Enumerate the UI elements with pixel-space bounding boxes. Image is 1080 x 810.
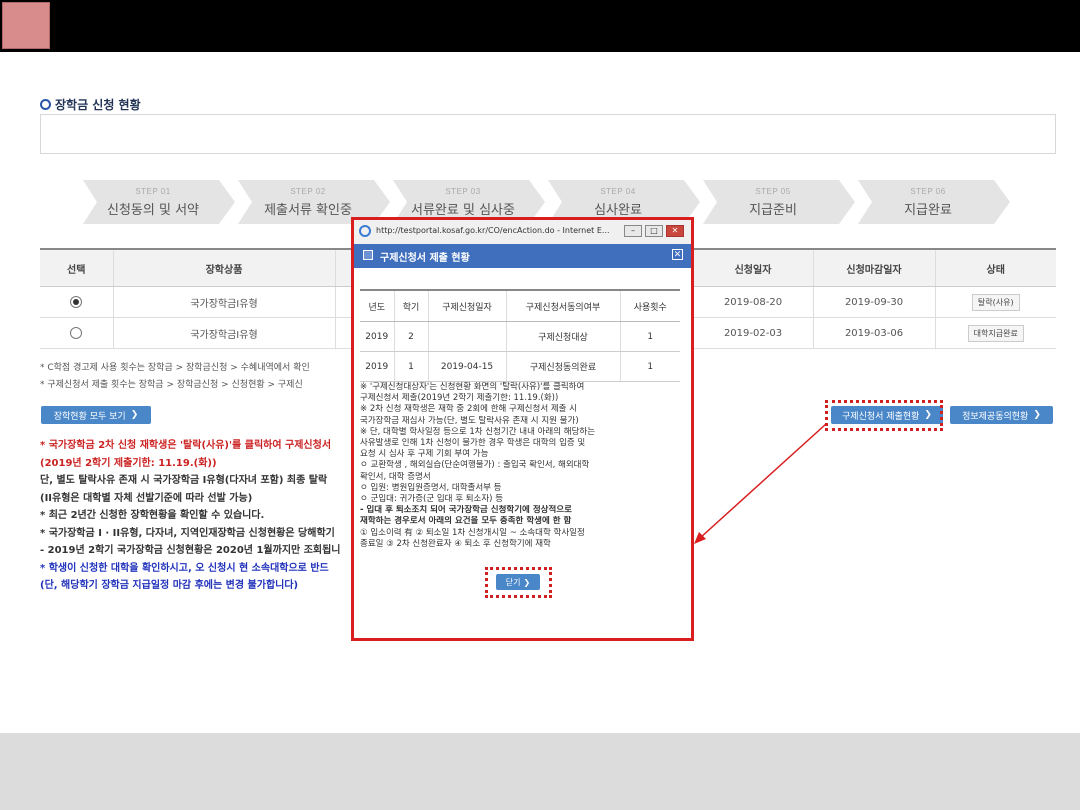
popup-note-line: 종료일 ③ 2차 신청완료자 ④ 퇴소 후 신청학기에 재학 (360, 538, 551, 549)
relief-date-cell (427, 321, 506, 352)
consent-cell: 구제신청대상 (505, 321, 620, 352)
year-cell: 2019 (360, 321, 394, 352)
col-header-use-count: 사용횟수 (619, 289, 680, 322)
table-row: 2019 1 2019-04-15 구제신청동의완료 1 (360, 351, 680, 382)
popup-note-line: ※ 단, 대학별 학사일정 등으로 1차 신청기간 내내 아래의 해당하는 (360, 426, 596, 437)
popup-note-line: - 입대 후 퇴소조치 되어 국가장학금 신청학기에 정상적으로 (360, 505, 572, 516)
popup-header-icon (363, 250, 373, 260)
relief-popup-window: http://testportal.kosaf.go.kr/CO/encActi… (351, 217, 694, 641)
popup-note-line: 확인서, 대학 증명서 (360, 471, 431, 482)
popup-close-icon[interactable]: ✕ (672, 249, 683, 260)
popup-note-line: 재학하는 경우로서 아래의 요건을 모두 충족한 학생에 한 함 (360, 516, 572, 527)
popup-note-line: 요청 시 심사 후 구제 기회 부여 가능 (360, 449, 489, 460)
popup-note-line: 구제신청서 제출(2019년 2학기 제출기한: 11.19.(화)) (360, 393, 559, 404)
relief-date-cell: 2019-04-15 (427, 351, 506, 382)
highlight-close-button (485, 567, 552, 598)
relief-header-row: 년도 학기 구제신청일자 구제신청서동의여부 사용횟수 (360, 289, 680, 322)
browser-url: http://testportal.kosaf.go.kr/CO/encActi… (376, 226, 610, 235)
window-close-button[interactable]: ✕ (666, 225, 684, 237)
term-cell: 1 (393, 351, 428, 382)
use-count-cell: 1 (619, 351, 680, 382)
popup-title: 구제신청서 제출 현황 (380, 253, 470, 264)
ie-logo-icon (359, 225, 371, 237)
year-cell: 2019 (360, 351, 394, 382)
col-header-consent: 구제신청서동의여부 (505, 289, 620, 322)
col-header-relief-date: 구제신청일자 (427, 289, 506, 322)
maximize-button[interactable]: □ (645, 225, 663, 237)
popup-note-line: 국가장학금 재심사 가능(단, 별도 탈락사유 존재 시 지원 불가) (360, 415, 579, 426)
popup-note-line: ㅇ 교환학생 , 해외실습(단순여행불가) : 출입국 확인서, 해외대학 (360, 460, 590, 471)
popup-note-line: ㅇ 군입대: 귀가증(군 입대 후 퇴소자) 등 (360, 494, 504, 505)
term-cell: 2 (393, 321, 428, 352)
minimize-button[interactable]: – (624, 225, 642, 237)
popup-note-line: ㅇ 입원: 병원입원증명서, 대학졸서부 등 (360, 482, 502, 493)
popup-note-line: ※ '구제신청대상자'는 신청현황 화면의 '탈락(사유)'를 클릭하여 (360, 382, 585, 392)
popup-note-line: ① 입소이력 有 ② 퇴소일 1차 신청개시일 ~ 소속대학 학사일정 (360, 527, 585, 538)
relief-table: 년도 학기 구제신청일자 구제신청서동의여부 사용횟수 2019 2 구제신청대… (360, 289, 680, 382)
consent-cell: 구제신청동의완료 (505, 351, 620, 382)
browser-titlebar: http://testportal.kosaf.go.kr/CO/encActi… (354, 220, 691, 245)
bottom-band (0, 733, 1080, 810)
popup-note-line: 사유발생로 인해 1차 신청이 불가한 경우 학생은 대학의 입증 및 (360, 438, 586, 449)
table-row: 2019 2 구제신청대상 1 (360, 321, 680, 352)
use-count-cell: 1 (619, 321, 680, 352)
col-header-term: 학기 (393, 289, 428, 322)
popup-note-line: ※ 2차 신청 재학생은 재학 중 2회에 한해 구제신청서 제출 시 (360, 404, 577, 415)
popup-notes: ※ '구제신청대상자'는 신청현황 화면의 '탈락(사유)'를 클릭하여 구제신… (360, 382, 685, 550)
popup-header: 구제신청서 제출 현황 ✕ (354, 244, 691, 268)
col-header-year: 년도 (360, 289, 394, 322)
